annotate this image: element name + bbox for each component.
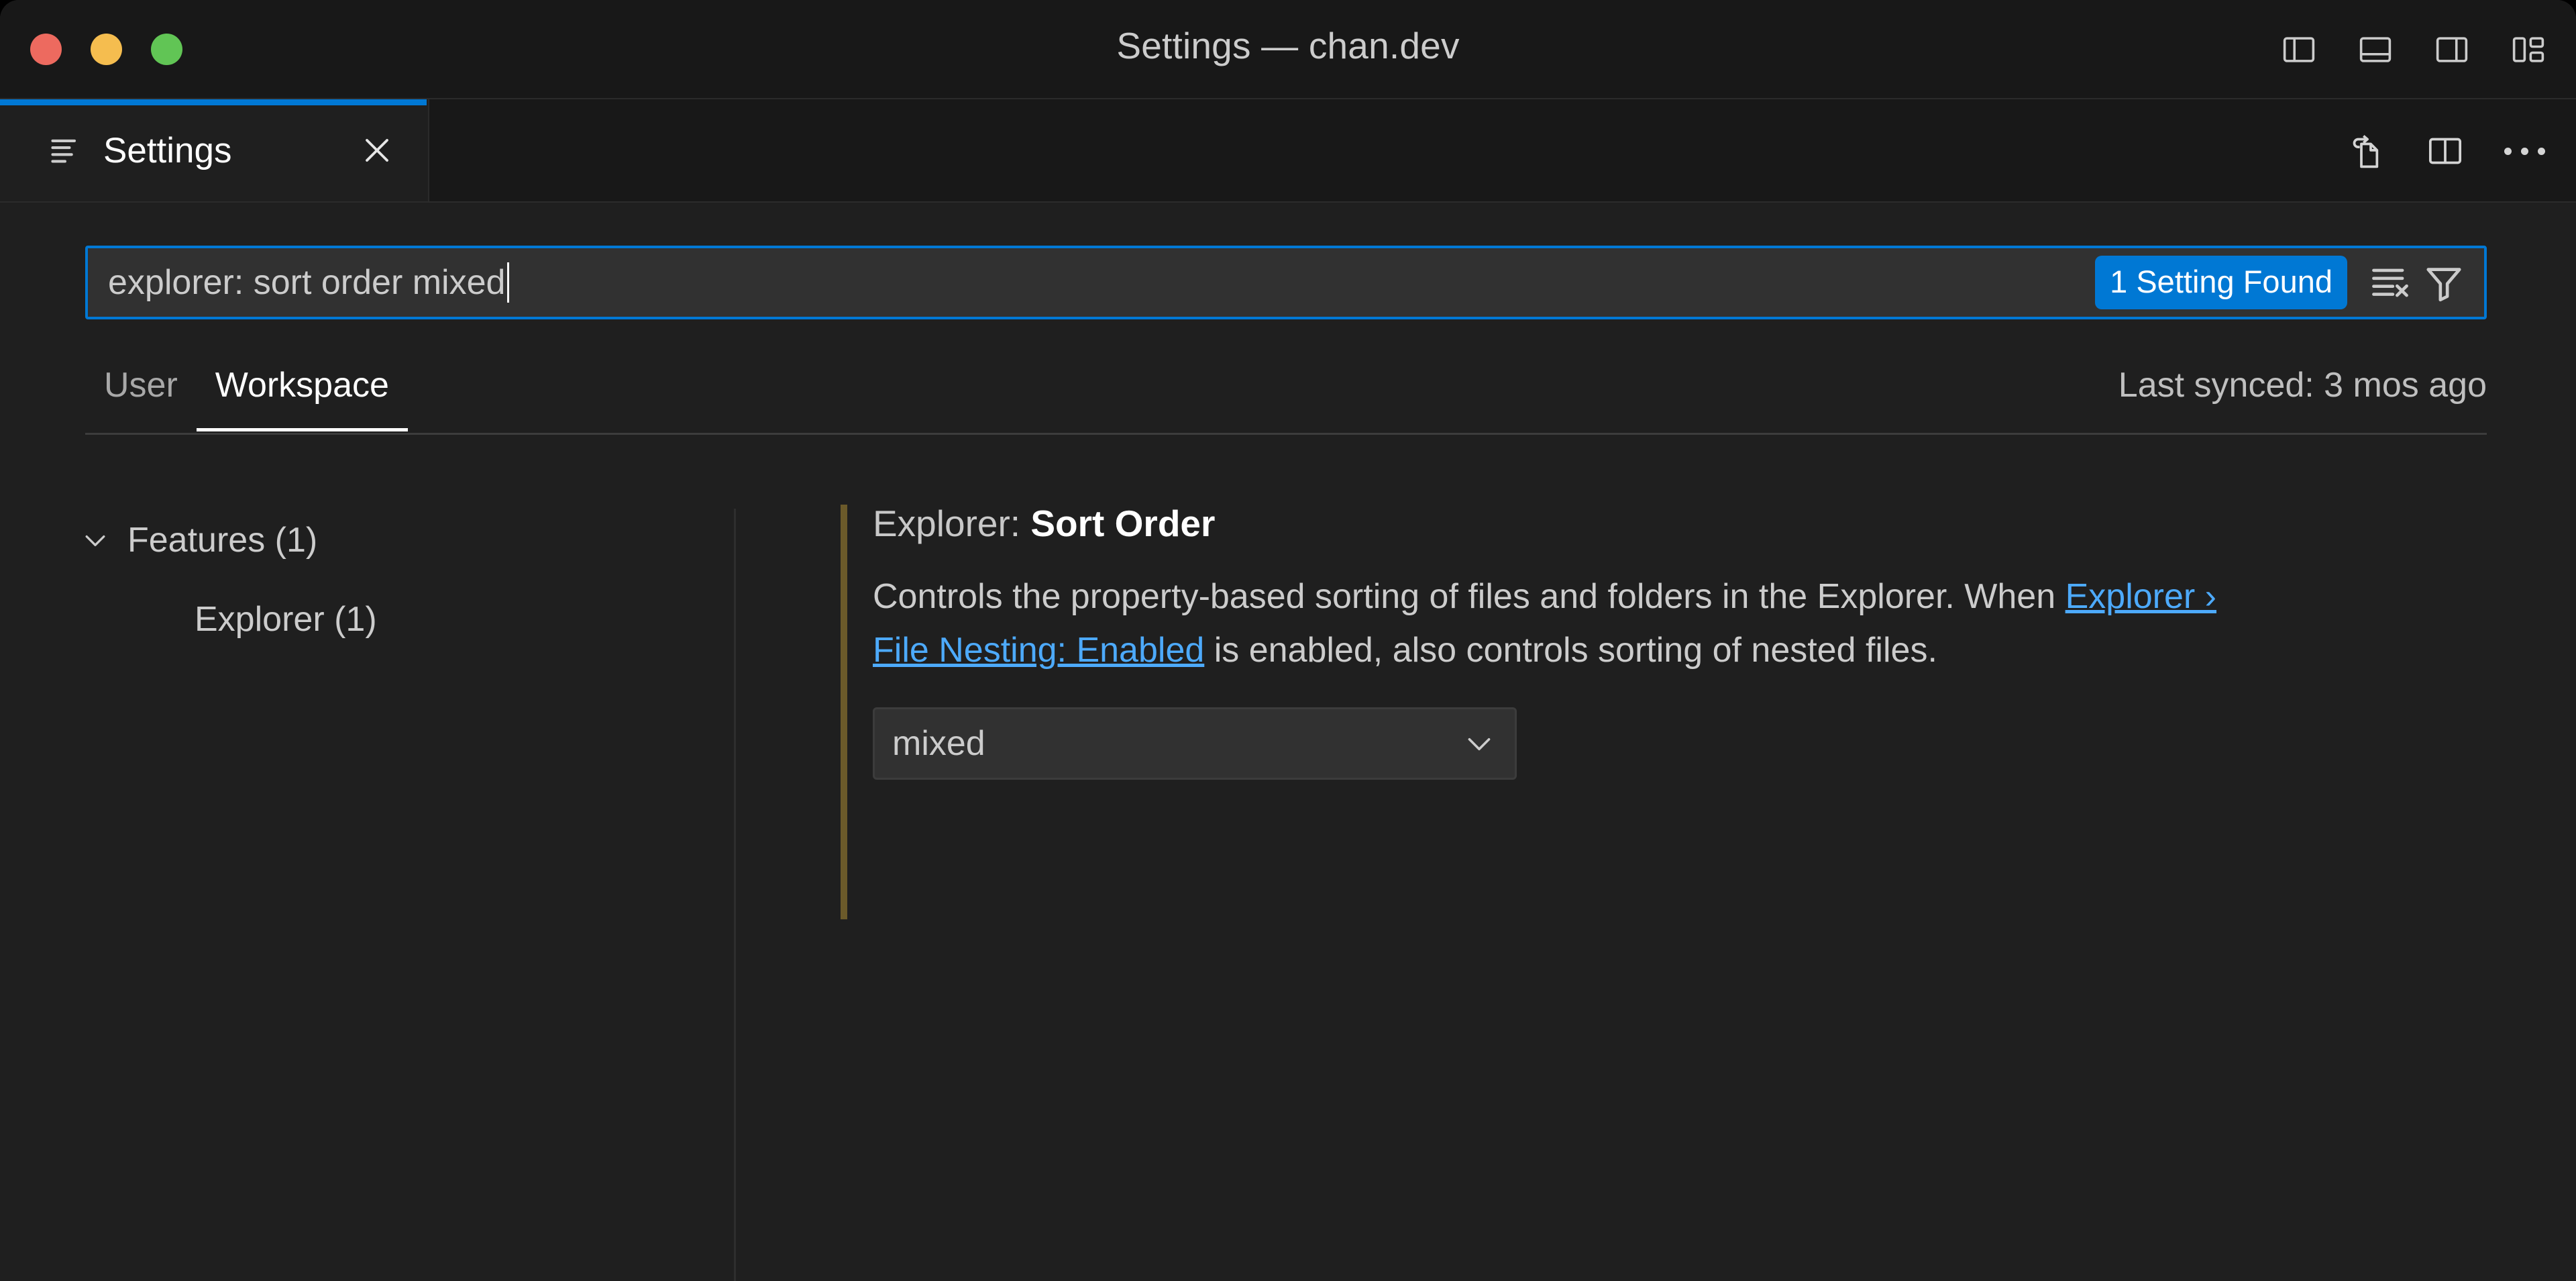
setting-explorer-sort-order: Explorer: Sort Order Controls the proper… <box>841 501 2437 919</box>
tab-settings[interactable]: Settings <box>0 99 429 201</box>
setting-description: Controls the property-based sorting of f… <box>873 570 2261 678</box>
setting-title: Explorer: Sort Order <box>873 501 2437 547</box>
chevron-down-icon[interactable] <box>79 524 111 556</box>
setting-description-part2: is enabled, also controls sorting of nes… <box>1204 631 1937 670</box>
title-bar: Settings — chan.dev <box>0 0 2576 99</box>
text-caret <box>507 262 510 303</box>
toc-item-explorer[interactable]: Explorer (1) <box>0 580 736 659</box>
search-input-text: explorer: sort order mixed <box>108 263 506 302</box>
sort-order-select[interactable]: mixed <box>873 707 1517 780</box>
tab-label: Settings <box>103 130 232 170</box>
ellipsis-icon[interactable] <box>2504 130 2545 172</box>
setting-description-part1: Controls the property-based sorting of f… <box>873 576 2065 616</box>
tab-workspace[interactable]: Workspace <box>196 361 409 431</box>
results-count-badge: 1 Setting Found <box>2095 256 2347 309</box>
tab-user[interactable]: User <box>85 361 197 429</box>
settings-panes: Features (1) Explorer (1) Explorer: Sort… <box>0 471 2576 1281</box>
application-window: Settings — chan.dev Settings explorer: s… <box>0 0 2576 1281</box>
editor-tab-bar: Settings <box>0 99 2576 203</box>
layout-panel-icon[interactable] <box>2355 29 2396 70</box>
settings-table-of-contents: Features (1) Explorer (1) <box>0 471 736 1281</box>
window-title: Settings — chan.dev <box>1116 25 1460 66</box>
open-file-icon[interactable] <box>2345 130 2387 172</box>
modified-indicator <box>841 505 847 919</box>
last-synced-label: Last synced: 3 mos ago <box>2118 366 2487 405</box>
filter-icon[interactable] <box>2418 257 2469 308</box>
chevron-down-icon[interactable] <box>1461 725 1497 762</box>
settings-list-icon <box>48 133 83 168</box>
clear-search-results-icon[interactable] <box>2365 257 2416 308</box>
toc-item-features[interactable]: Features (1) <box>0 501 736 580</box>
search-input[interactable]: explorer: sort order mixed 1 Setting Fou… <box>85 246 2487 319</box>
settings-list: Explorer: Sort Order Controls the proper… <box>736 471 2576 1281</box>
split-editor-icon[interactable] <box>2424 130 2466 172</box>
editor-actions <box>2345 99 2545 203</box>
settings-editor: explorer: sort order mixed 1 Setting Fou… <box>0 203 2576 1281</box>
settings-search-row: explorer: sort order mixed 1 Setting Fou… <box>85 246 2487 319</box>
settings-scope-tabs: User Workspace Last synced: 3 mos ago <box>85 361 2487 435</box>
layout-sidebar-right-icon[interactable] <box>2431 29 2473 70</box>
layout-sidebar-left-icon[interactable] <box>2278 29 2320 70</box>
layout-actions <box>2278 0 2549 99</box>
layout-customize-icon[interactable] <box>2508 29 2549 70</box>
toc-item-label: Explorer (1) <box>195 600 377 639</box>
search-input-value: explorer: sort order mixed <box>108 262 2095 303</box>
setting-name: Sort Order <box>1030 503 1216 544</box>
close-icon[interactable] <box>353 126 401 174</box>
toc-item-label: Features (1) <box>127 521 318 560</box>
sort-order-selected-value: mixed <box>892 723 985 763</box>
setting-category: Explorer: <box>873 503 1031 544</box>
